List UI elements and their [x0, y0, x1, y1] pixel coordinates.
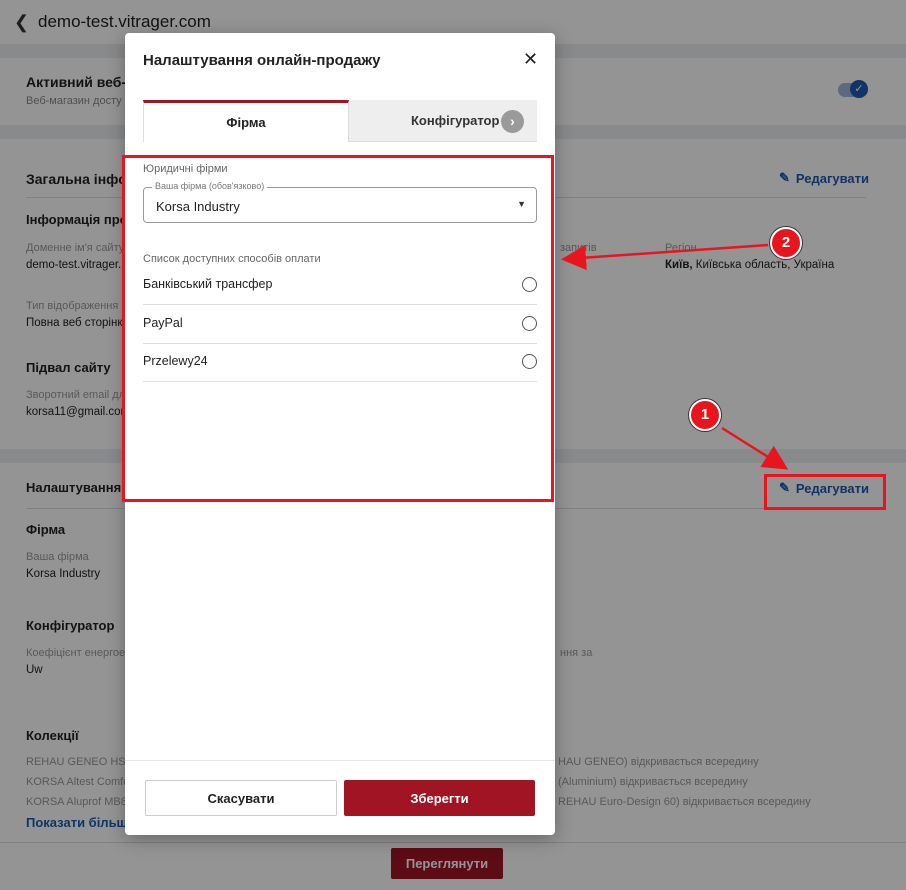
arrow-2	[561, 243, 769, 271]
annotation-marker-2: 2	[770, 227, 802, 259]
arrow-1	[721, 426, 789, 470]
annotation-marker-1: 1	[689, 399, 721, 431]
annotation-arrows	[561, 243, 789, 470]
